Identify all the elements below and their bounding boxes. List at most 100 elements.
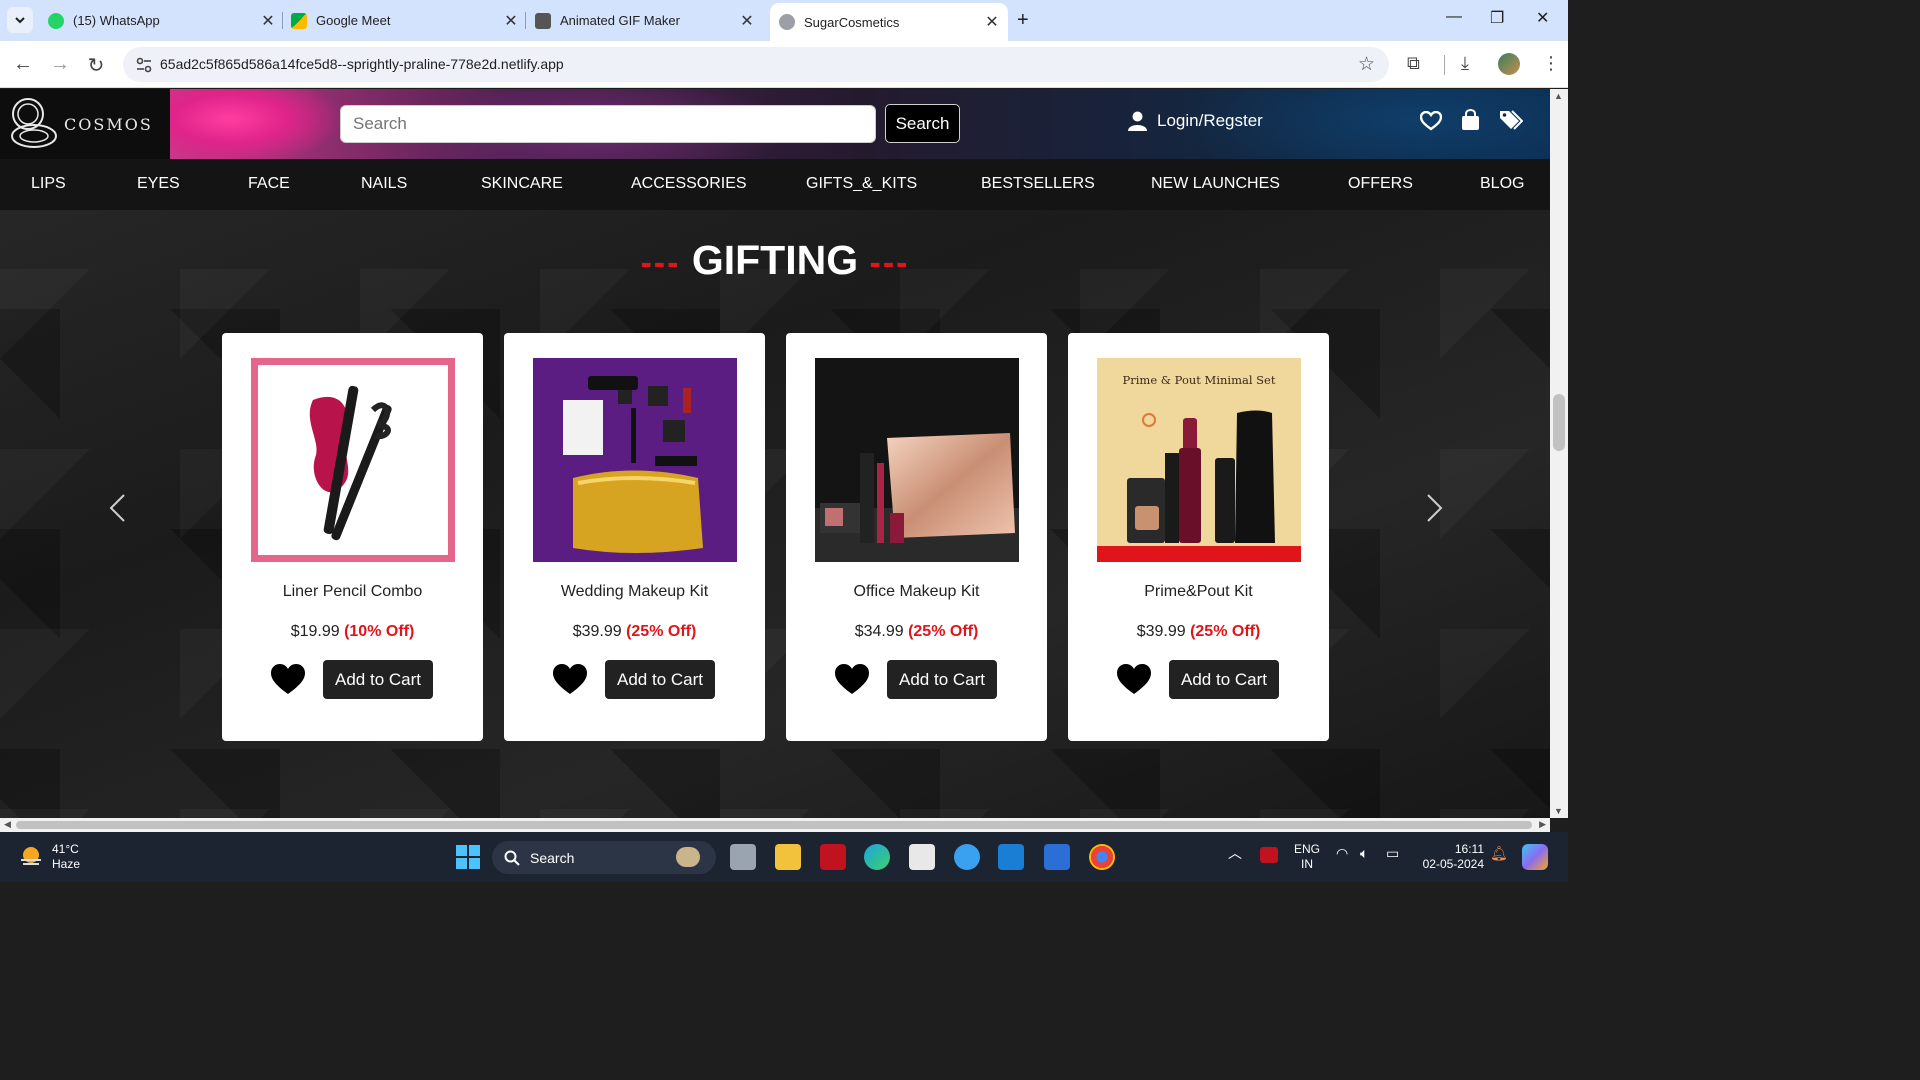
wifi-icon[interactable]: ◠ (1336, 846, 1348, 861)
search-button[interactable]: Search (885, 104, 960, 143)
search-input[interactable] (340, 105, 876, 143)
mcafee-icon[interactable] (820, 844, 846, 870)
windows-start-icon[interactable] (455, 844, 481, 870)
region-code: IN (1301, 857, 1313, 871)
product-image[interactable] (533, 358, 737, 562)
taskbar-search[interactable]: Search (492, 841, 716, 874)
volume-icon[interactable]: 🔈︎ (1360, 846, 1368, 861)
section-title: --- GIFTING --- (0, 237, 1550, 284)
add-to-cart-button[interactable]: Add to Cart (1169, 660, 1279, 699)
product-price: $39.99 (25% Off) (1068, 623, 1329, 641)
restore-button[interactable]: ❐ (1490, 8, 1504, 28)
vertical-scroll-thumb[interactable] (1553, 394, 1565, 451)
file-explorer-icon[interactable] (775, 844, 801, 870)
close-icon[interactable]: ✕ (503, 11, 519, 31)
nav-item-eyes[interactable]: EYES (137, 175, 180, 193)
help-icon[interactable] (954, 844, 980, 870)
tab-whatsapp[interactable]: (15) WhatsApp ✕ (48, 4, 276, 37)
wishlist-heart-icon[interactable] (552, 663, 588, 695)
site-info-icon[interactable] (135, 56, 153, 74)
price-value: $19.99 (290, 623, 340, 640)
product-image[interactable] (815, 358, 1019, 562)
add-to-cart-button[interactable]: Add to Cart (605, 660, 715, 699)
language-indicator[interactable]: ENG IN (1294, 842, 1320, 872)
horizontal-scrollbar[interactable]: ◀ ▶ (0, 818, 1550, 832)
nav-item-blog[interactable]: BLOG (1480, 175, 1524, 193)
wishlist-heart-icon[interactable] (270, 663, 306, 695)
globe-icon (779, 14, 795, 30)
add-to-cart-button[interactable]: Add to Cart (323, 660, 433, 699)
nav-item-skincare[interactable]: SKINCARE (481, 175, 563, 193)
scroll-left-icon[interactable]: ◀ (4, 819, 11, 830)
weather-widget[interactable]: 41°C Haze (18, 842, 80, 872)
haze-sun-icon (21, 847, 41, 865)
logo[interactable]: COSMOS (0, 89, 170, 159)
product-image[interactable]: Prime & Pout Minimal Set (1097, 358, 1301, 562)
menu-kebab-icon[interactable]: ⋮ (1542, 53, 1560, 74)
vertical-scrollbar[interactable]: ▲ ▼ (1550, 89, 1568, 818)
scroll-up-icon[interactable]: ▲ (1554, 91, 1563, 101)
nav-item-accessories[interactable]: ACCESSORIES (631, 175, 747, 193)
url-text[interactable]: 65ad2c5f865d586a14fce5d8--sprightly-pral… (160, 56, 564, 72)
login-register-link[interactable]: Login/Regster (1128, 111, 1263, 131)
price-value: $39.99 (1136, 623, 1186, 640)
nav-item-lips[interactable]: LIPS (31, 175, 66, 193)
product-card[interactable]: Prime & Pout Minimal Set Prime&Pout Kit … (1068, 333, 1329, 741)
scroll-down-icon[interactable]: ▼ (1554, 806, 1563, 816)
back-button[interactable]: ← (11, 53, 35, 76)
microsoft-store-icon[interactable] (909, 844, 935, 870)
tray-chevron-up-icon[interactable]: ︿ (1228, 846, 1242, 861)
product-card[interactable]: Liner Pencil Combo $19.99 (10% Off) Add … (222, 333, 483, 741)
reload-button[interactable]: ↻ (84, 53, 108, 78)
edge-icon[interactable] (864, 844, 890, 870)
carousel-prev-arrow-icon[interactable] (108, 493, 126, 523)
bookmark-star-icon[interactable]: ☆ (1358, 53, 1375, 76)
tags-icon[interactable] (1499, 109, 1523, 131)
mcafee-tray-icon[interactable] (1260, 847, 1278, 863)
nav-item-gifts-kits[interactable]: GIFTS_&_KITS (806, 175, 917, 193)
profile-avatar[interactable] (1498, 53, 1520, 75)
close-icon[interactable]: ✕ (739, 11, 755, 31)
scroll-right-icon[interactable]: ▶ (1539, 819, 1546, 830)
omnibox[interactable]: 65ad2c5f865d586a14fce5d8--sprightly-pral… (123, 47, 1389, 82)
task-view-icon[interactable] (730, 844, 756, 870)
product-price: $34.99 (25% Off) (786, 623, 1047, 641)
product-card[interactable]: Office Makeup Kit $34.99 (25% Off) Add t… (786, 333, 1047, 741)
product-card[interactable]: Wedding Makeup Kit $39.99 (25% Off) Add … (504, 333, 765, 741)
download-icon[interactable]: ⤓ (1461, 53, 1469, 74)
nav-item-new-launches[interactable]: NEW LAUNCHES (1151, 175, 1280, 193)
product-name: Wedding Makeup Kit (560, 583, 709, 600)
chrome-icon[interactable] (1089, 844, 1115, 870)
wishlist-heart-icon[interactable] (834, 663, 870, 695)
nav-item-face[interactable]: FACE (248, 175, 290, 193)
clock-date: 02-05-2024 (1422, 857, 1484, 871)
new-tab-button[interactable]: + (1017, 9, 1029, 32)
notification-bell-icon[interactable]: 🔔︎ (1490, 846, 1508, 861)
close-icon[interactable]: ✕ (260, 11, 276, 31)
forward-button[interactable]: → (48, 53, 72, 76)
carousel-next-arrow-icon[interactable] (1426, 493, 1444, 523)
nav-item-bestsellers[interactable]: BESTSELLERS (981, 175, 1095, 193)
copilot-icon[interactable] (1522, 844, 1548, 870)
tab-sugarcosmetics[interactable]: SugarCosmetics ✕ (770, 3, 1008, 41)
tab-google-meet[interactable]: Google Meet ✕ (291, 4, 519, 37)
shopping-bag-icon[interactable] (1461, 109, 1480, 131)
wishlist-heart-icon[interactable] (1116, 663, 1152, 695)
minimize-button[interactable]: — (1446, 8, 1462, 26)
battery-icon[interactable]: ▭ (1386, 846, 1399, 861)
toolbar-divider (1444, 55, 1445, 75)
vscode-icon[interactable] (998, 844, 1024, 870)
tab-search-button[interactable] (7, 7, 33, 33)
add-to-cart-button[interactable]: Add to Cart (887, 660, 997, 699)
close-icon[interactable]: ✕ (984, 12, 1000, 32)
nav-item-offers[interactable]: OFFERS (1348, 175, 1413, 193)
mysql-icon[interactable] (1044, 844, 1070, 870)
clock[interactable]: 16:11 02-05-2024 (1418, 842, 1484, 872)
tab-gif-maker[interactable]: Animated GIF Maker ✕ (535, 4, 755, 37)
extensions-icon[interactable]: ⧉ (1407, 53, 1420, 74)
nav-item-nails[interactable]: NAILS (361, 175, 407, 193)
close-window-button[interactable]: ✕ (1536, 8, 1549, 28)
heart-icon[interactable] (1420, 111, 1442, 131)
horizontal-scroll-thumb[interactable] (16, 821, 1532, 829)
product-image[interactable] (251, 358, 455, 562)
